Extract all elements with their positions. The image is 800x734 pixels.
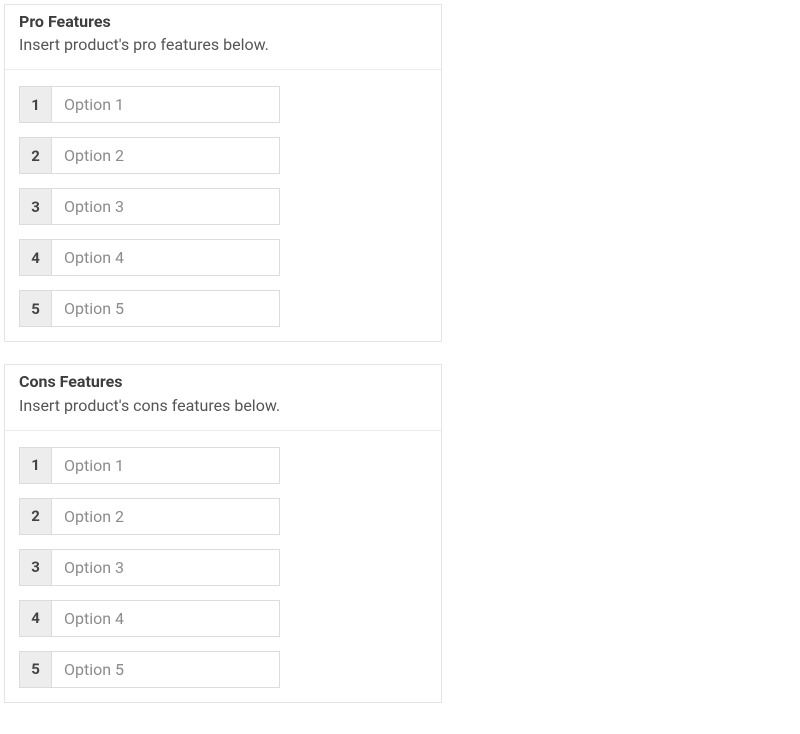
option-number-badge: 5	[19, 651, 51, 688]
pro-option-row: 4	[19, 239, 257, 276]
pro-features-title: Pro Features	[19, 11, 427, 33]
cons-features-title: Cons Features	[19, 371, 427, 393]
cons-features-header: Cons Features Insert product's cons feat…	[5, 365, 441, 430]
pro-features-panel: Pro Features Insert product's pro featur…	[4, 4, 442, 342]
cons-option-row: 1	[19, 447, 257, 484]
cons-option-1-input[interactable]	[51, 447, 280, 484]
option-number-badge: 1	[19, 86, 51, 123]
pro-features-subtitle: Insert product's pro features below.	[19, 33, 427, 57]
pro-option-row: 5	[19, 290, 257, 327]
cons-option-row: 2	[19, 498, 257, 535]
option-number-badge: 3	[19, 549, 51, 586]
pro-features-header: Pro Features Insert product's pro featur…	[5, 5, 441, 70]
cons-option-4-input[interactable]	[51, 600, 280, 637]
pro-option-5-input[interactable]	[51, 290, 280, 327]
pro-option-1-input[interactable]	[51, 86, 280, 123]
option-number-badge: 2	[19, 498, 51, 535]
pro-option-row: 2	[19, 137, 257, 174]
pro-option-4-input[interactable]	[51, 239, 280, 276]
pro-option-row: 3	[19, 188, 257, 225]
cons-option-row: 4	[19, 600, 257, 637]
cons-option-row: 5	[19, 651, 257, 688]
option-number-badge: 1	[19, 447, 51, 484]
pro-option-row: 1	[19, 86, 257, 123]
option-number-badge: 5	[19, 290, 51, 327]
cons-options-list: 1 2 3 4 5	[5, 431, 441, 702]
option-number-badge: 3	[19, 188, 51, 225]
option-number-badge: 4	[19, 239, 51, 276]
cons-features-panel: Cons Features Insert product's cons feat…	[4, 364, 442, 702]
cons-option-row: 3	[19, 549, 257, 586]
cons-option-5-input[interactable]	[51, 651, 280, 688]
option-number-badge: 2	[19, 137, 51, 174]
cons-option-2-input[interactable]	[51, 498, 280, 535]
cons-features-subtitle: Insert product's cons features below.	[19, 394, 427, 418]
pro-option-2-input[interactable]	[51, 137, 280, 174]
option-number-badge: 4	[19, 600, 51, 637]
pro-option-3-input[interactable]	[51, 188, 280, 225]
pro-options-list: 1 2 3 4 5	[5, 70, 441, 341]
cons-option-3-input[interactable]	[51, 549, 280, 586]
